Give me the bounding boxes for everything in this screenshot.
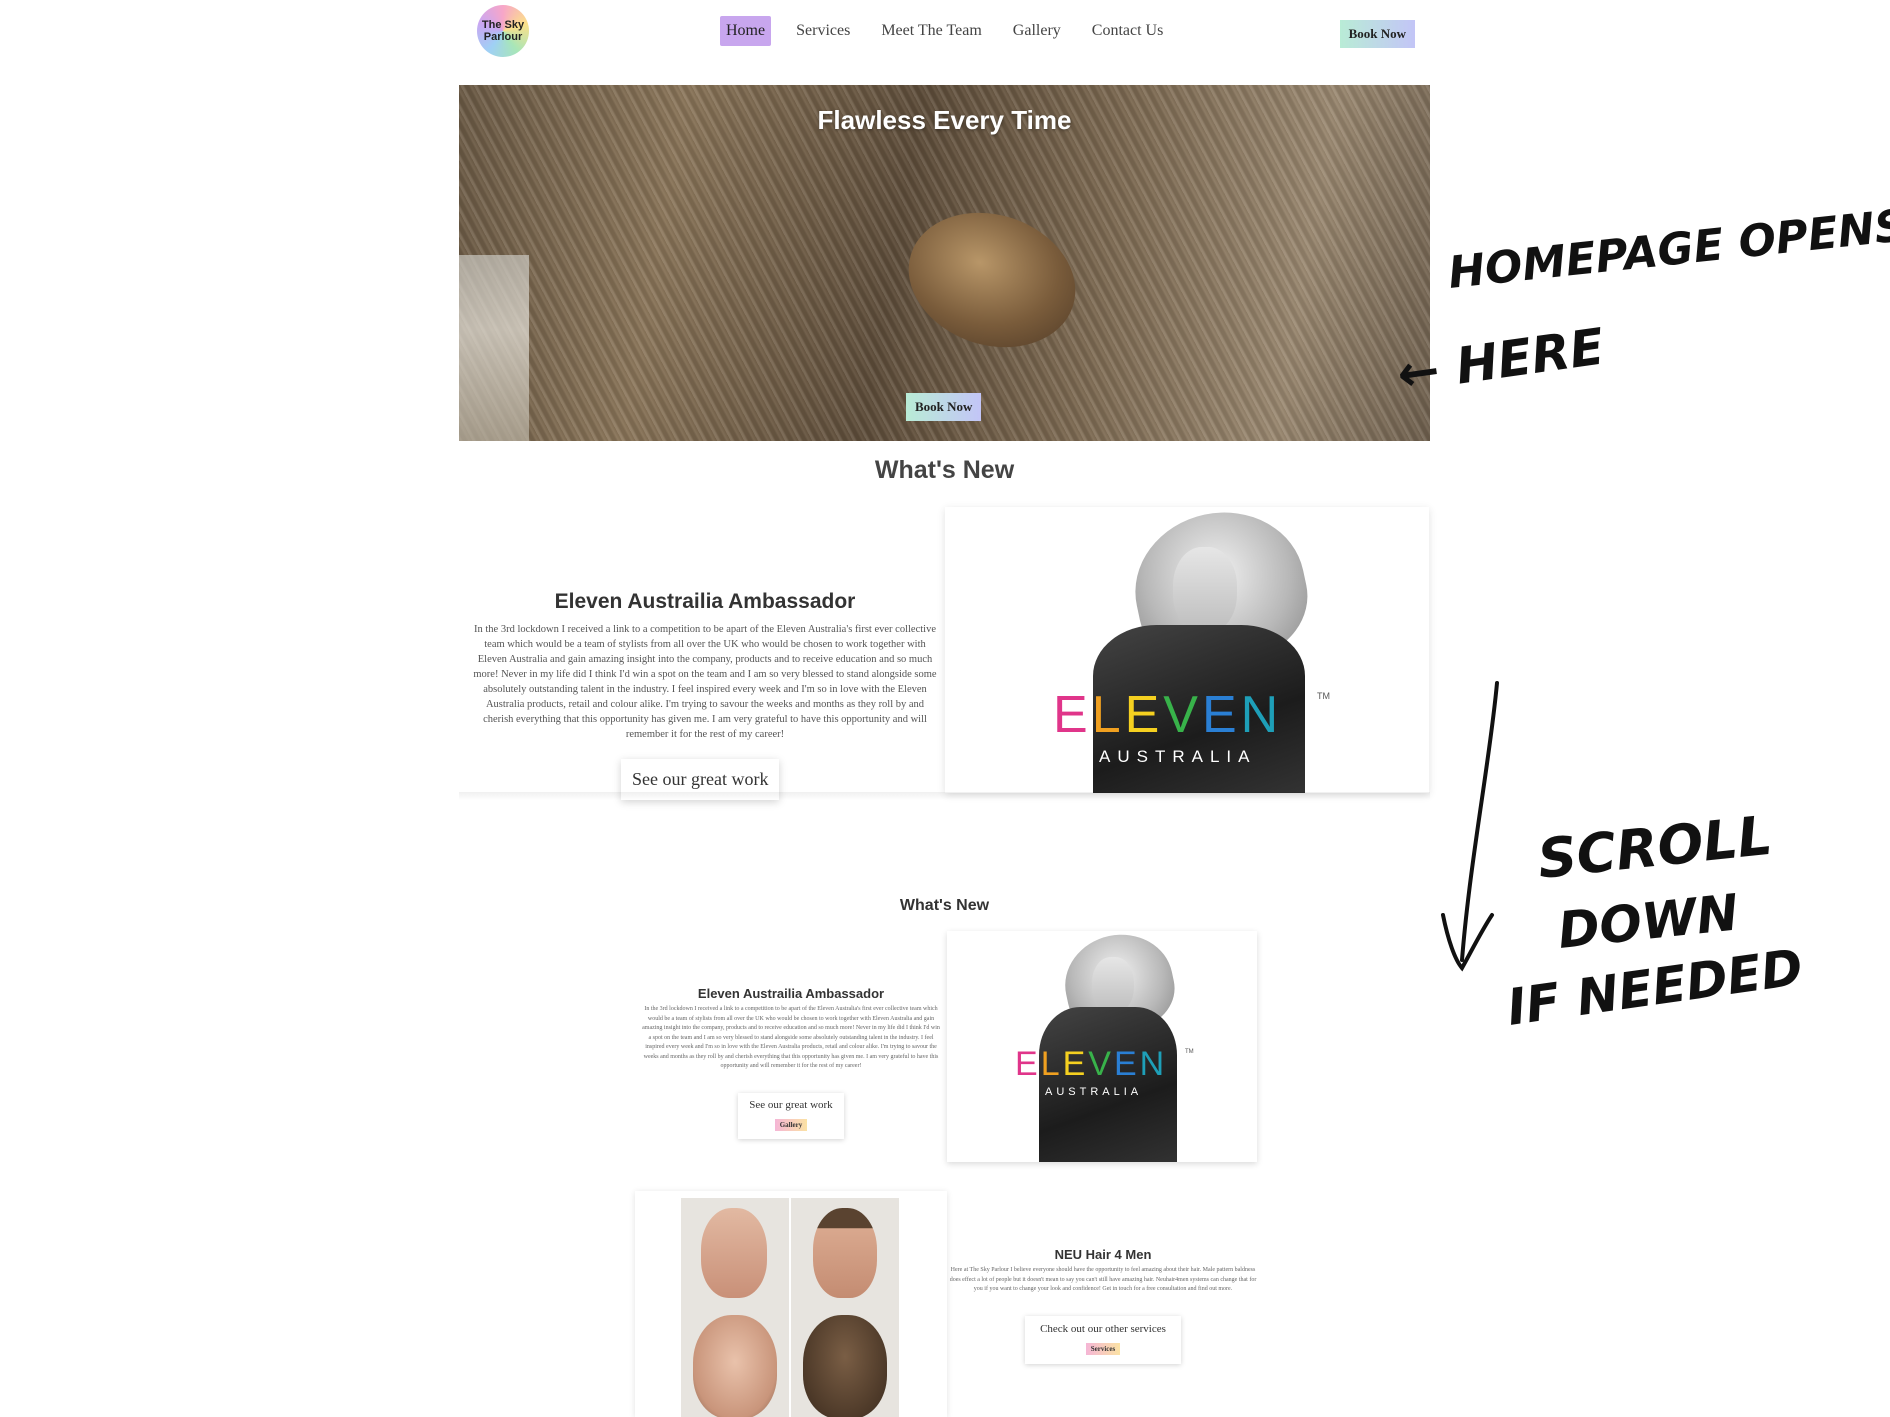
hero-book-now-button[interactable]: Book Now: [906, 393, 982, 421]
neu-hair-body: Here at The Sky Parlour I believe everyo…: [949, 1267, 1257, 1292]
nav-book-now-button[interactable]: Book Now: [1339, 20, 1415, 48]
photo-before-front: [681, 1198, 789, 1311]
logo-line-1: The Sky: [481, 19, 525, 31]
ambassador-text-small: Eleven Austrailia Ambassador In the 3rd …: [641, 986, 941, 1072]
photo-after-front: [791, 1198, 899, 1311]
hero-banner: Flawless Every Time Book Now: [459, 85, 1430, 441]
note-if-needed: IF NEEDED: [1504, 938, 1807, 1037]
nav-link-contact-us[interactable]: Contact Us: [1086, 16, 1170, 46]
scroll-arrow-shaft: [1460, 681, 1499, 962]
nav-link-gallery[interactable]: Gallery: [1007, 16, 1067, 46]
nav-links: Home Services Meet The Team Gallery Cont…: [720, 16, 1188, 46]
eleven-tm-mark-small: TM: [1185, 1049, 1194, 1055]
australia-subline-small: AUSTRALIA: [1045, 1086, 1143, 1098]
scroll-arrow-head: [1441, 913, 1494, 972]
nav-link-services[interactable]: Services: [790, 16, 856, 46]
before-after-photos: [635, 1191, 947, 1417]
nav-link-meet-the-team[interactable]: Meet The Team: [875, 16, 987, 46]
services-button[interactable]: Services: [1085, 1343, 1121, 1355]
logo-line-2: Parlour: [483, 31, 523, 43]
note-down: DOWN: [1555, 883, 1741, 960]
eleven-australia-image-small: ELEVEN TM AUSTRALIA: [947, 931, 1257, 1162]
ambassador-text: Eleven Austrailia Ambassador In the 3rd …: [473, 590, 937, 742]
eleven-tm-mark: TM: [1317, 691, 1330, 701]
top-navigation: The Sky Parlour Home Services Meet The Te…: [459, 0, 1431, 70]
photo-before-top: [681, 1307, 789, 1417]
australia-subline: AUSTRALIA: [1099, 747, 1257, 766]
hair-knot-image: [891, 191, 1093, 369]
eleven-wordmark: ELEVEN: [1053, 686, 1283, 744]
ambassador-title-small: Eleven Austrailia Ambassador: [697, 986, 885, 1001]
neu-hair-title: NEU Hair 4 Men: [1054, 1247, 1152, 1262]
whats-new-heading: What's New: [874, 456, 1015, 484]
model-jacket-small: [1039, 1007, 1177, 1162]
hero-background-shelf: [459, 255, 529, 441]
eleven-wordmark-small: ELEVEN: [1015, 1045, 1168, 1083]
ambassador-body-small: In the 3rd lockdown I received a link to…: [642, 1006, 940, 1069]
whats-new-heading-small: What's New: [899, 897, 990, 914]
photo-after-top: [791, 1307, 899, 1417]
services-cta-box: Check out our other services Services: [1025, 1316, 1181, 1364]
gallery-cta-label: See our great work: [749, 1099, 833, 1111]
gallery-cta-box: See our great work Gallery: [738, 1093, 844, 1139]
sky-parlour-logo[interactable]: The Sky Parlour: [477, 5, 529, 57]
ambassador-title: Eleven Austrailia Ambassador: [554, 590, 856, 613]
note-scroll: SCROLL: [1535, 804, 1775, 891]
nav-link-home[interactable]: Home: [720, 16, 772, 46]
eleven-australia-image: ELEVEN TM AUSTRALIA: [945, 507, 1429, 793]
model-face: [1173, 547, 1237, 633]
model-face-small: [1092, 957, 1134, 1013]
hero-title: Flawless Every Time: [817, 105, 1072, 135]
gallery-button[interactable]: Gallery: [774, 1119, 808, 1131]
section-divider: [459, 792, 1430, 800]
services-cta-label: Check out our other services: [1040, 1323, 1166, 1335]
note-homepage-opens: HOMEPAGE OPENS: [1446, 200, 1890, 299]
neu-hair-text: NEU Hair 4 Men Here at The Sky Parlour I…: [949, 1247, 1257, 1295]
ambassador-body: In the 3rd lockdown I received a link to…: [473, 624, 937, 740]
